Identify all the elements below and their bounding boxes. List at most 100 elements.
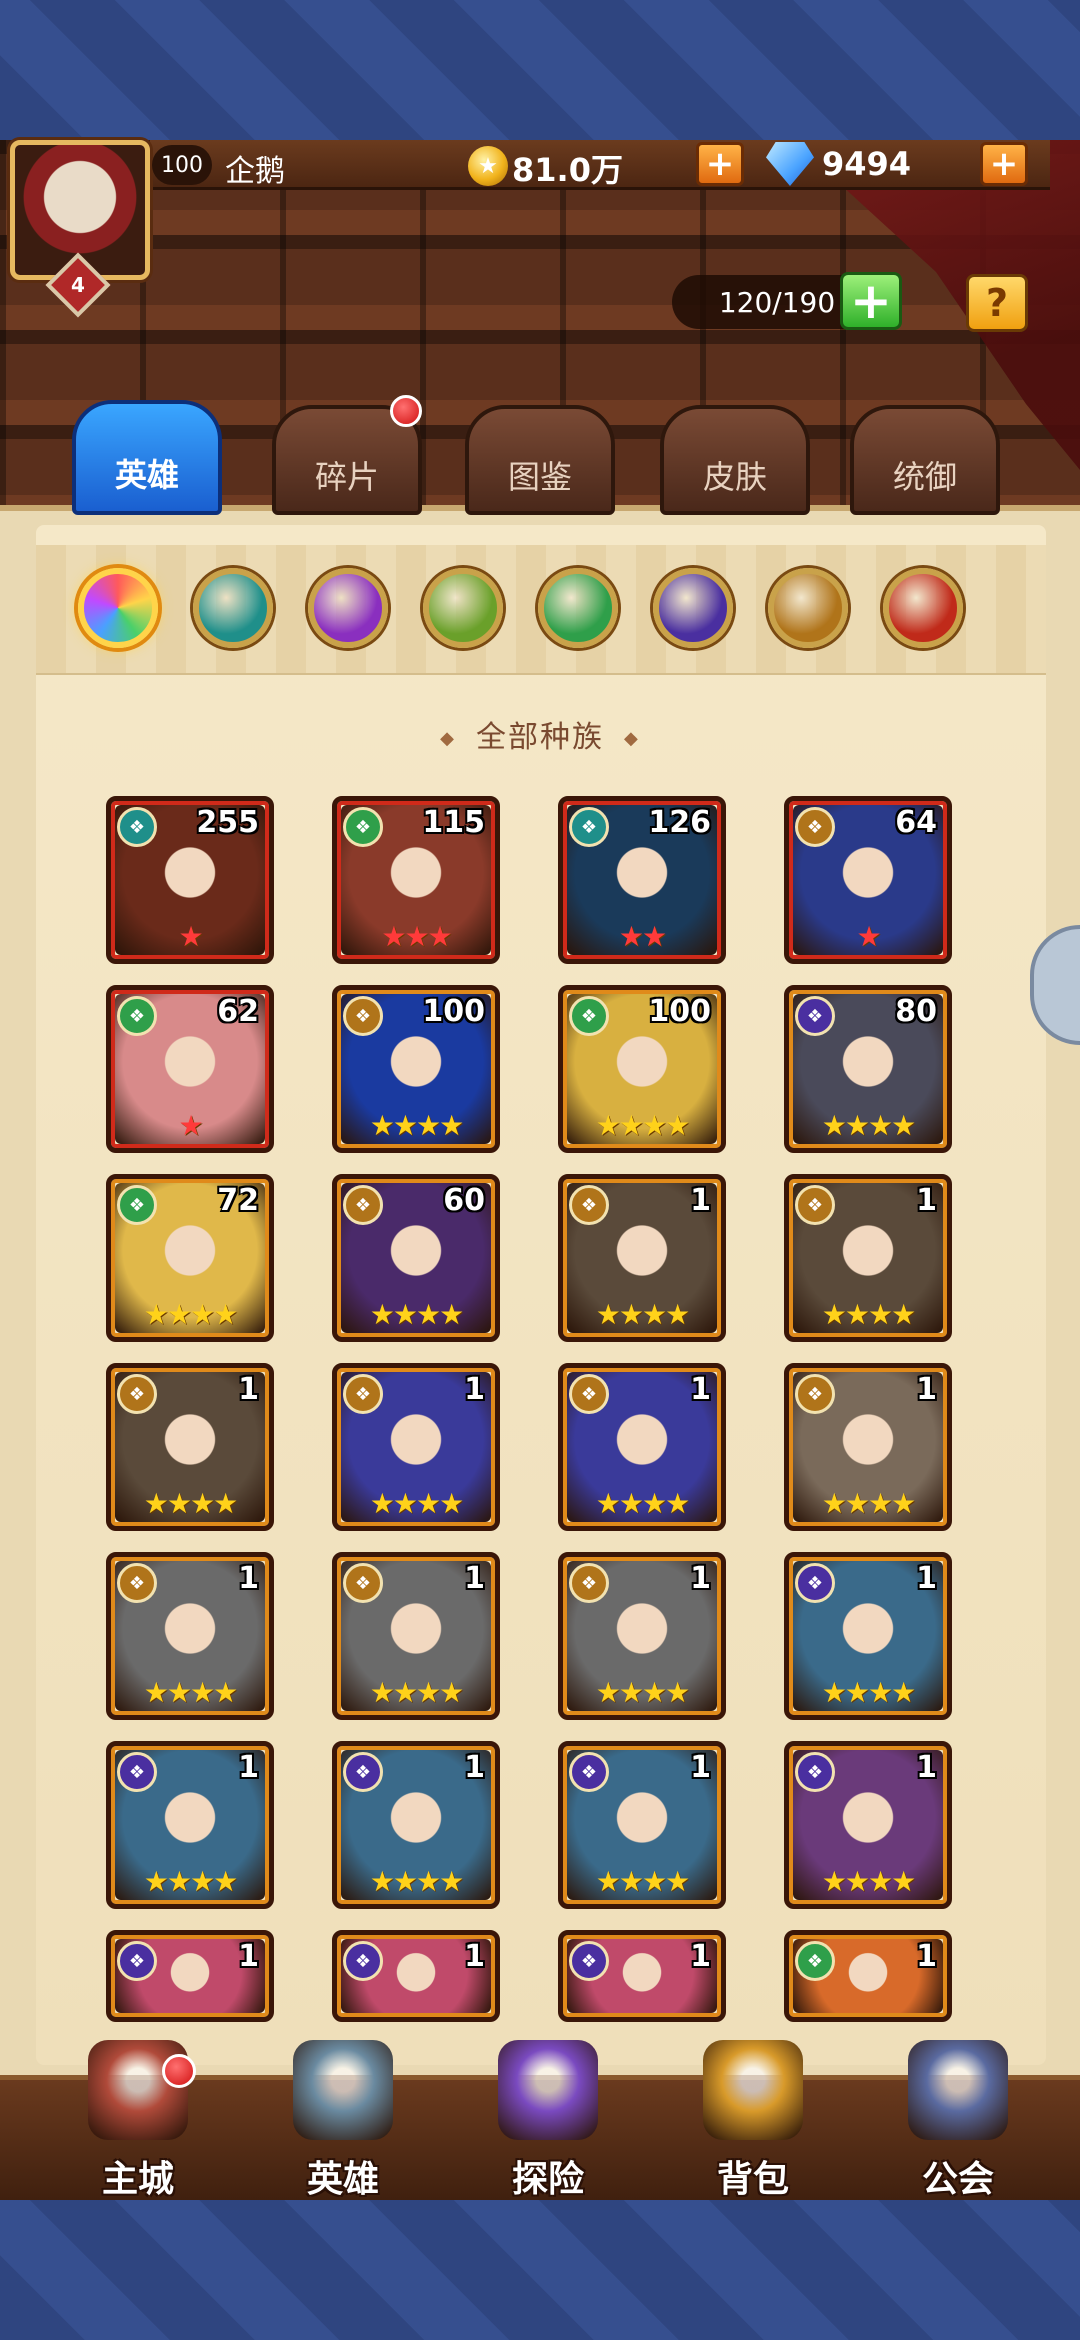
hero-level: 1: [238, 1939, 259, 1974]
player-name: 企鹅: [225, 154, 285, 189]
tab-collection[interactable]: 图鉴: [465, 405, 615, 515]
hero-card[interactable]: ❖ 1 ★★★★: [106, 1741, 274, 1909]
nav-item[interactable]: 背包: [663, 2040, 843, 2200]
race-filter-shadow-icon[interactable]: [308, 568, 388, 648]
tab-command[interactable]: 统御: [850, 405, 1000, 515]
hero-card[interactable]: ❖ 1 ★★★★: [784, 1741, 952, 1909]
portal-icon: [498, 2040, 598, 2140]
nav-item[interactable]: 英雄: [253, 2040, 433, 2200]
hero-race-abyss-icon: ❖: [795, 1563, 835, 1603]
hero-card[interactable]: ❖ 80 ★★★★: [784, 985, 952, 1153]
hero-level: 1: [690, 1939, 711, 1974]
hero-card[interactable]: ❖ 1 ★★★★: [106, 1363, 274, 1531]
hero-star-rating: ★★★★: [369, 1109, 464, 1142]
hero-race-light-icon: ❖: [117, 1374, 157, 1414]
hero-icon: [293, 2040, 393, 2140]
hero-card[interactable]: ❖ 1 ★★★★: [106, 1552, 274, 1720]
race-filter-all-races-icon[interactable]: [78, 568, 158, 648]
hero-card[interactable]: ❖ 255 ★: [106, 796, 274, 964]
hero-card[interactable]: ❖ 62 ★: [106, 985, 274, 1153]
race-filter-light-icon[interactable]: [768, 568, 848, 648]
hero-level: 115: [422, 805, 485, 840]
hero-star-rating: ★: [178, 920, 203, 953]
hero-card[interactable]: ❖ 60 ★★★★: [332, 1174, 500, 1342]
hero-race-light-icon: ❖: [795, 1185, 835, 1225]
hero-star-rating: ★★★: [381, 920, 452, 953]
hero-race-light-icon: ❖: [569, 1563, 609, 1603]
hero-card[interactable]: ❖ 1: [332, 1930, 500, 2022]
hero-card[interactable]: ❖ 126 ★★: [558, 796, 726, 964]
hero-race-elf-icon: ❖: [569, 996, 609, 1036]
top-border-pattern: [0, 0, 1080, 140]
hero-level: 1: [464, 1561, 485, 1596]
hero-card[interactable]: ❖ 1 ★★★★: [558, 1741, 726, 1909]
gem-amount: 9494: [822, 145, 912, 183]
hero-card[interactable]: ❖ 1: [106, 1930, 274, 2022]
hero-card[interactable]: ❖ 1 ★★★★: [332, 1552, 500, 1720]
add-gems-button[interactable]: +: [980, 142, 1028, 186]
hero-star-rating: ★★★★: [595, 1487, 690, 1520]
hero-card[interactable]: ❖ 1 ★★★★: [784, 1174, 952, 1342]
help-button[interactable]: ?: [966, 274, 1028, 332]
hero-race-light-icon: ❖: [343, 1185, 383, 1225]
hero-star-rating: ★★★★: [369, 1676, 464, 1709]
race-filter-abyss-icon[interactable]: [653, 568, 733, 648]
tab-heroes[interactable]: 英雄: [72, 400, 222, 515]
nav-item[interactable]: 探险: [458, 2040, 638, 2200]
hero-card[interactable]: ❖ 1 ★★★★: [558, 1363, 726, 1531]
hero-card[interactable]: ❖ 1: [784, 1930, 952, 2022]
hero-card[interactable]: ❖ 1 ★★★★: [784, 1552, 952, 1720]
hero-card[interactable]: ❖ 1 ★★★★: [558, 1552, 726, 1720]
hero-race-light-icon: ❖: [569, 1374, 609, 1414]
hero-race-elf-icon: ❖: [795, 1941, 835, 1981]
hero-card[interactable]: ❖ 72 ★★★★: [106, 1174, 274, 1342]
hero-star-rating: ★★★★: [369, 1298, 464, 1331]
section-title: ◆ 全部种族 ◆: [440, 720, 640, 755]
hero-race-abyss-icon: ❖: [569, 1752, 609, 1792]
fragments-notification-badge: [390, 395, 422, 427]
race-filter-elf-icon[interactable]: [538, 568, 618, 648]
hero-star-rating: ★★★★: [143, 1487, 238, 1520]
hero-star-rating: ★★★★: [595, 1676, 690, 1709]
hero-level: 64: [895, 805, 937, 840]
tab-skins[interactable]: 皮肤: [660, 405, 810, 515]
hero-star-rating: ★★★★: [143, 1298, 238, 1331]
hero-star-rating: ★★★★: [821, 1109, 916, 1142]
add-gold-button[interactable]: +: [696, 142, 744, 186]
hero-level: 1: [916, 1750, 937, 1785]
nav-item[interactable]: 主城: [48, 2040, 228, 2200]
hero-level: 100: [422, 994, 485, 1029]
hero-level: 1: [238, 1372, 259, 1407]
hero-race-forest-icon: ❖: [569, 807, 609, 847]
hero-card[interactable]: ❖ 1 ★★★★: [558, 1174, 726, 1342]
hero-level: 1: [916, 1372, 937, 1407]
race-filter-dark-icon[interactable]: [883, 568, 963, 648]
nav-label: 英雄: [306, 2159, 379, 2200]
hero-level: 1: [464, 1750, 485, 1785]
hero-race-light-icon: ❖: [569, 1185, 609, 1225]
hero-card[interactable]: ❖ 1: [558, 1930, 726, 2022]
hero-race-abyss-icon: ❖: [343, 1941, 383, 1981]
hero-race-light-icon: ❖: [117, 1563, 157, 1603]
hero-race-abyss-icon: ❖: [117, 1941, 157, 1981]
race-filter-forest-icon[interactable]: [193, 568, 273, 648]
hero-race-light-icon: ❖: [343, 996, 383, 1036]
hero-star-rating: ★★★★: [821, 1676, 916, 1709]
hero-card[interactable]: ❖ 1 ★★★★: [332, 1363, 500, 1531]
hero-card[interactable]: ❖ 100 ★★★★: [332, 985, 500, 1153]
race-filter-nature-icon[interactable]: [423, 568, 503, 648]
nav-item[interactable]: 公会: [868, 2040, 1048, 2200]
gold-coin-icon: ★: [468, 146, 508, 186]
expand-capacity-button[interactable]: +: [840, 272, 902, 330]
hero-card[interactable]: ❖ 1 ★★★★: [332, 1741, 500, 1909]
hero-race-light-icon: ❖: [795, 807, 835, 847]
hero-card[interactable]: ❖ 1 ★★★★: [784, 1363, 952, 1531]
backpack-icon: [703, 2040, 803, 2140]
hero-card[interactable]: ❖ 100 ★★★★: [558, 985, 726, 1153]
hero-level: 126: [648, 805, 711, 840]
hero-card[interactable]: ❖ 115 ★★★: [332, 796, 500, 964]
hero-card[interactable]: ❖ 64 ★: [784, 796, 952, 964]
nav-label: 公会: [921, 2159, 994, 2200]
player-level: 100: [152, 145, 212, 185]
hero-level: 100: [648, 994, 711, 1029]
